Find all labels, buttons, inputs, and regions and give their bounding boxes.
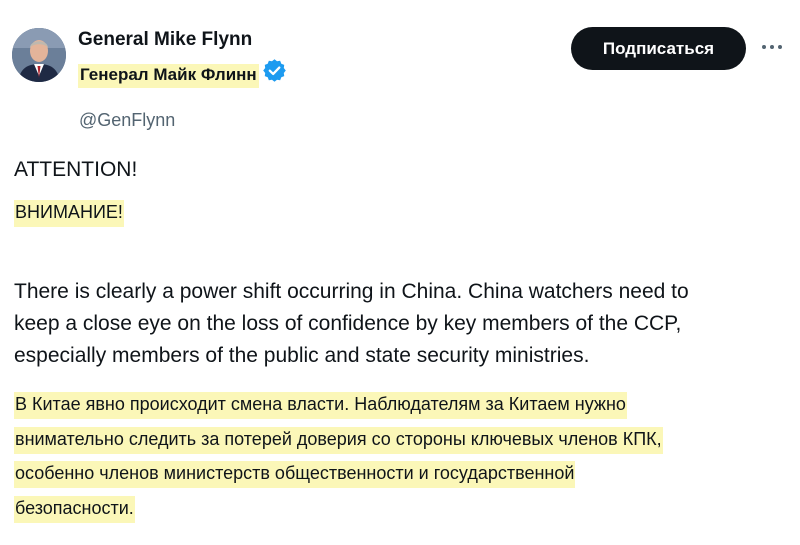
follow-button[interactable]: Подписаться [571, 27, 746, 70]
more-options-icon[interactable] [760, 36, 784, 58]
post-body-ru-line: особенно членов министерств общественнос… [14, 456, 663, 491]
post-body-ru-line: внимательно следить за потерей доверия с… [14, 422, 663, 457]
post-body-en-line: especially members of the public and sta… [14, 344, 590, 367]
verified-badge-icon[interactable] [262, 58, 286, 82]
translation-highlight: особенно членов министерств общественнос… [14, 461, 576, 488]
translation-highlight: безопасности. [14, 495, 135, 523]
author-handle[interactable]: @GenFlynn [79, 110, 175, 131]
post-body-ru-line: безопасности. [14, 491, 663, 526]
author-name-en[interactable]: General Mike Flynn [78, 29, 252, 51]
translation-highlight: внимательно следить за потерей доверия с… [14, 426, 663, 454]
post-body-en-line: There is clearly a power shift occurring… [14, 280, 689, 303]
post-body-en: There is clearly a power shift occurring… [14, 276, 689, 372]
author-name-ru[interactable]: Генерал Майк Флинн [78, 64, 259, 88]
author-name-ru-row: Генерал Майк Флинн [78, 58, 286, 88]
post-heading-ru: ВНИМАНИЕ! [14, 200, 124, 227]
translation-highlight: ВНИМАНИЕ! [14, 200, 124, 227]
more-dot [778, 45, 782, 49]
avatar[interactable] [12, 28, 66, 82]
post-heading-en: ATTENTION! [14, 158, 138, 181]
post-body-en-line: keep a close eye on the loss of confiden… [14, 312, 682, 335]
post-body-ru: В Китае явно происходит смена власти. На… [14, 387, 663, 525]
more-dot [770, 45, 774, 49]
more-dot [762, 45, 766, 49]
post-body-ru-line: В Китае явно происходит смена власти. На… [14, 387, 663, 422]
translation-highlight: В Китае явно происходит смена власти. На… [14, 392, 627, 419]
avatar-photo [12, 28, 66, 82]
